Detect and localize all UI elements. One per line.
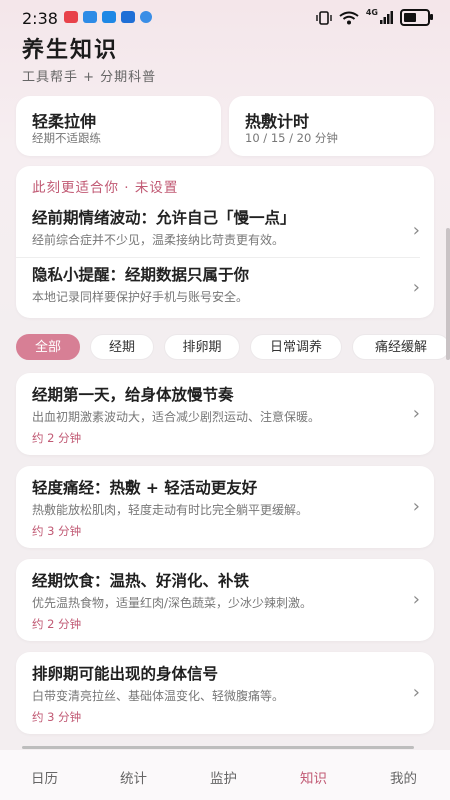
- chevron-right-icon: ›: [412, 403, 420, 424]
- chevron-right-icon: ›: [412, 682, 420, 703]
- network-type-label: 4G: [365, 8, 378, 17]
- article-card[interactable]: 排卵期可能出现的身体信号 白带变清亮拉丝、基础体温变化、轻微腹痛等。 约 3 分…: [16, 652, 434, 734]
- recommendation-desc: 本地记录同样要保护好手机与账号安全。: [32, 290, 249, 304]
- wifi-icon: [339, 11, 359, 24]
- page-title: 养生知识: [22, 38, 119, 63]
- article-card[interactable]: 经期饮食：温热、好消化、补铁 优先温热食物，适量红肉/深色蔬菜，少冰少辣刺激。 …: [16, 559, 434, 641]
- horizontal-scrollbar[interactable]: [22, 746, 414, 749]
- article-read-time: 约 3 分钟: [32, 710, 82, 724]
- tab-guardian[interactable]: 监护: [210, 767, 237, 787]
- tab-knowledge[interactable]: 知识: [300, 767, 327, 787]
- chevron-right-icon: ›: [412, 220, 420, 241]
- chip-all[interactable]: 全部: [16, 334, 80, 360]
- tab-calendar[interactable]: 日历: [31, 767, 58, 787]
- tab-statistics[interactable]: 统计: [120, 767, 147, 787]
- gear-app-icon: [140, 11, 152, 23]
- notification-icons: [64, 11, 152, 23]
- recommendation-card: 此刻更适合你 · 未设置 经前期情绪波动：允许自己「慢一点」 经前综合症并不少见…: [16, 166, 434, 318]
- heat-timer-tool-card[interactable]: 热敷计时 10 / 15 / 20 分钟: [229, 96, 434, 156]
- recommendation-title: 经前期情绪波动：允许自己「慢一点」: [32, 209, 296, 227]
- article-read-time: 约 3 分钟: [32, 524, 82, 538]
- category-filter-bar: 全部 经期 排卵期 日常调养 痛经缓解: [16, 334, 450, 360]
- system-icons: 4G: [316, 8, 433, 26]
- chat-app-icon: [121, 11, 135, 23]
- chevron-right-icon: ›: [412, 277, 420, 298]
- tool-subtitle: 10 / 15 / 20 分钟: [245, 131, 338, 145]
- article-card[interactable]: 经期第一天，给身体放慢节奏 出血初期激素波动大，适合减少剧烈运动、注意保暖。 约…: [16, 373, 434, 455]
- chip-ovulation[interactable]: 排卵期: [164, 334, 240, 360]
- article-title: 经期饮食：温热、好消化、补铁: [32, 572, 250, 590]
- mail-app-icon: [64, 11, 78, 23]
- article-read-time: 约 2 分钟: [32, 431, 82, 445]
- recommendation-desc: 经前综合症并不少见，温柔接纳比苛责更有效。: [32, 233, 285, 247]
- stretch-tool-card[interactable]: 轻柔拉伸 经期不适跟练: [16, 96, 221, 156]
- article-desc: 出血初期激素波动大，适合减少剧烈运动、注意保暖。: [32, 410, 321, 424]
- article-title: 经期第一天，给身体放慢节奏: [32, 386, 234, 404]
- battery-icon: [400, 9, 433, 26]
- divider: [16, 257, 420, 258]
- recommendation-item[interactable]: 隐私小提醒：经期数据只属于你 本地记录同样要保护好手机与账号安全。 ›: [32, 263, 422, 313]
- vertical-scrollbar[interactable]: [446, 228, 450, 360]
- chip-cramp-relief[interactable]: 痛经缓解: [352, 334, 450, 360]
- vibrate-icon: [316, 10, 332, 25]
- tool-title: 轻柔拉伸: [32, 112, 97, 131]
- status-time: 2:38: [22, 9, 58, 28]
- bilibili-app-icon: [102, 11, 116, 23]
- article-desc: 白带变清亮拉丝、基础体温变化、轻微腹痛等。: [32, 689, 285, 703]
- recommendation-header: 此刻更适合你 · 未设置: [32, 180, 179, 196]
- article-desc: 热敷能放松肌肉，轻度走动有时比完全躺平更缓解。: [32, 503, 309, 517]
- page-subtitle: 工具帮手 + 分期科普: [22, 70, 157, 85]
- article-title: 轻度痛经：热敷 + 轻活动更友好: [32, 479, 258, 497]
- tool-subtitle: 经期不适跟练: [32, 131, 101, 145]
- article-read-time: 约 2 分钟: [32, 617, 82, 631]
- article-title: 排卵期可能出现的身体信号: [32, 665, 219, 683]
- status-bar: 2:38 4G: [0, 0, 450, 34]
- chevron-right-icon: ›: [412, 496, 420, 517]
- recommendation-title: 隐私小提醒：经期数据只属于你: [32, 266, 250, 284]
- tab-me[interactable]: 我的: [390, 767, 417, 787]
- chip-daily-care[interactable]: 日常调养: [250, 334, 342, 360]
- chevron-right-icon: ›: [412, 589, 420, 610]
- paper-plane-app-icon: [83, 11, 97, 23]
- article-desc: 优先温热食物，适量红肉/深色蔬菜，少冰少辣刺激。: [32, 596, 313, 610]
- tool-title: 热敷计时: [245, 112, 310, 131]
- bottom-tab-bar: 日历 统计 监护 知识 我的: [0, 750, 450, 800]
- chip-period[interactable]: 经期: [90, 334, 154, 360]
- signal-icon: [380, 10, 393, 24]
- recommendation-item[interactable]: 经前期情绪波动：允许自己「慢一点」 经前综合症并不少见，温柔接纳比苛责更有效。 …: [32, 206, 422, 256]
- article-card[interactable]: 轻度痛经：热敷 + 轻活动更友好 热敷能放松肌肉，轻度走动有时比完全躺平更缓解。…: [16, 466, 434, 548]
